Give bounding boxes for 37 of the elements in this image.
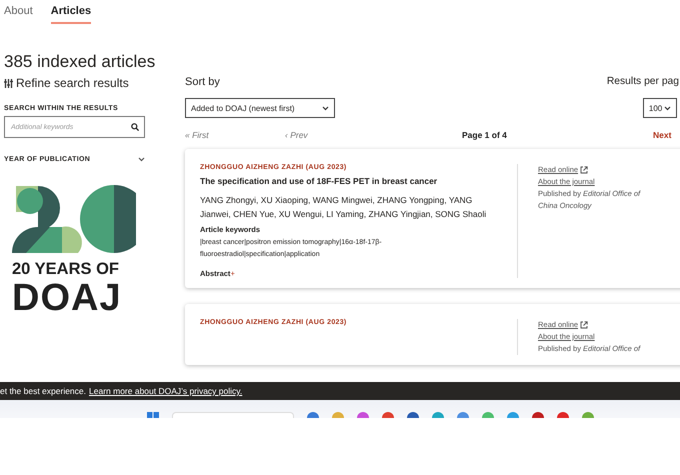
- app-icon[interactable]: [382, 412, 394, 418]
- app-icon[interactable]: [432, 412, 444, 418]
- results-heading: 385 indexed articles: [4, 52, 156, 72]
- nav-tab[interactable]: Articles: [50, 5, 92, 24]
- cookie-text: et the best experience.: [0, 386, 86, 396]
- sort-dropdown[interactable]: Added to DOAJ (newest first): [185, 98, 335, 118]
- sort-label: Sort by: [185, 76, 221, 90]
- filter-icon: [4, 78, 13, 88]
- logo-text: DOAJ: [12, 278, 123, 318]
- app-icon[interactable]: [307, 412, 319, 418]
- caret-icon: [664, 106, 671, 110]
- app-icon[interactable]: [532, 412, 544, 418]
- per-page-label: Results per pag: [606, 76, 679, 89]
- app-icon[interactable]: [357, 412, 369, 418]
- per-page-dropdown[interactable]: 100: [642, 98, 677, 118]
- start-icon[interactable]: [147, 412, 159, 418]
- external-link-icon: [580, 166, 588, 174]
- caret-icon: [322, 106, 329, 110]
- article-title[interactable]: The specification and use of 18F-FES PET in breast cancer: [200, 176, 507, 186]
- prev-page-link[interactable]: ‹ Prev: [285, 130, 462, 140]
- nav-tab[interactable]: About: [4, 5, 33, 24]
- privacy-link[interactable]: Learn more about DOAJ’s privacy policy.: [89, 386, 242, 396]
- anniversary-logo-icon: [12, 185, 136, 253]
- app-icon[interactable]: [582, 412, 594, 418]
- refine-heading: Refine search results: [16, 76, 129, 90]
- first-page-link[interactable]: « First: [185, 130, 285, 140]
- app-icon[interactable]: [557, 412, 569, 418]
- app-icon[interactable]: [507, 412, 519, 418]
- app-icon[interactable]: [457, 412, 469, 418]
- page-indicator: Page 1 of 4: [462, 130, 508, 140]
- next-page-link[interactable]: Next: [653, 130, 672, 140]
- taskbar-search-field[interactable]: [172, 412, 294, 418]
- search-icon[interactable]: [131, 123, 139, 131]
- app-icon[interactable]: [407, 412, 419, 418]
- logo-text: 20 YEARS OF: [12, 260, 120, 278]
- author-list: YANG Zhongyi, XU Xiaoping, WANG Mingwei, ZHANG Yongping, YANG Jianwei, CHEN Yue, XU Wengui, LI Yaming, ZHANG Yingjian, SONG Shaoli: [200, 193, 490, 221]
- external-link-icon: [580, 321, 588, 329]
